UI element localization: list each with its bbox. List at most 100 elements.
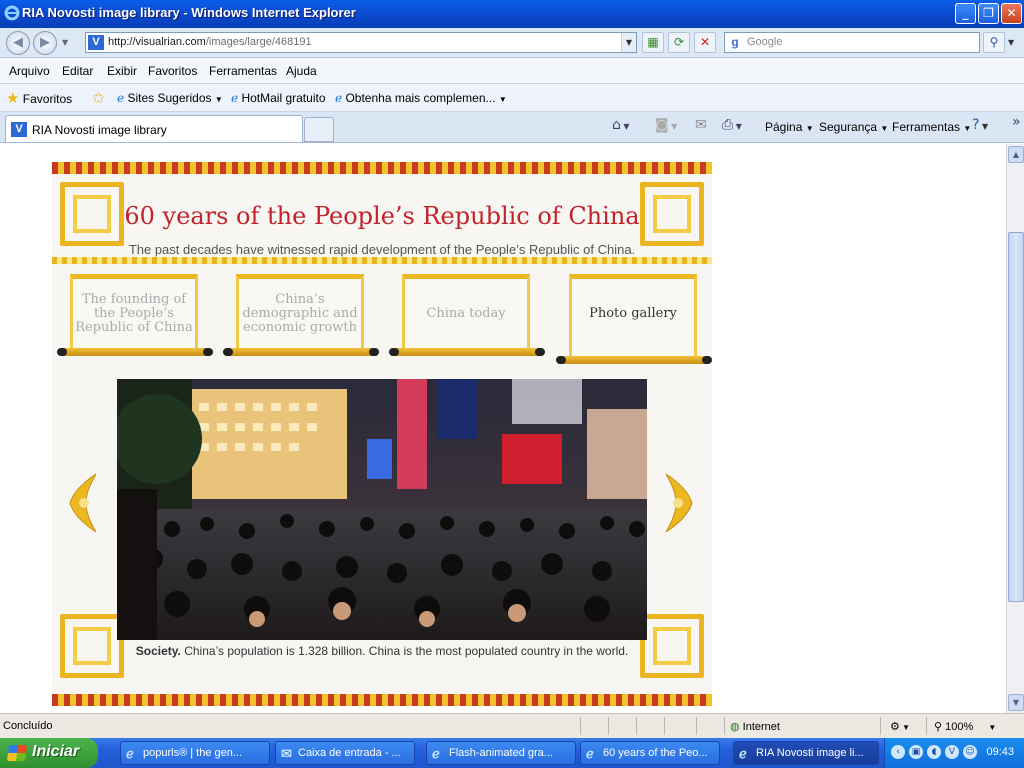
photo-caption: Society. China’s population is 1.328 bil… <box>52 644 712 658</box>
rss-feed-icon[interactable]: ◙ ▼ <box>655 117 677 133</box>
scroll-demographic[interactable]: China’s demographic and economic growth <box>223 274 379 356</box>
maximize-button[interactable]: ❐ <box>978 3 999 24</box>
zoom-control[interactable]: ⚲ 100% ▼ <box>934 720 996 733</box>
page-menu-button[interactable]: Página ▼ <box>765 120 814 134</box>
search-button[interactable]: ⚲ <box>983 32 1005 53</box>
security-zone[interactable]: ◍ Internet <box>730 720 780 733</box>
taskbar-item-flash-animated[interactable]: ℯ Flash-animated gra... <box>426 741 576 765</box>
add-favorite-button[interactable]: ✩ <box>92 89 105 107</box>
window-title-bar[interactable]: RIA Novosti image library - Windows Inte… <box>0 0 1024 28</box>
compatibility-view-button[interactable]: ▦ <box>642 32 664 53</box>
taskbar: Iniciar ℯ popurls® | the gen... ✉ Caixa de… <box>0 738 1024 768</box>
taskbar-item-ria-novosti[interactable]: ℯ RIA Novosti image li... <box>733 741 879 765</box>
url-path: /images/large/468191 <box>205 36 312 48</box>
scrollbar-thumb[interactable] <box>1008 232 1024 602</box>
address-bar[interactable]: V http://visualrian.com/images/large/468… <box>85 32 637 53</box>
menu-ferramentas[interactable]: Ferramentas <box>209 64 277 78</box>
menu-favoritos[interactable]: Favoritos <box>148 64 197 78</box>
network-icon[interactable]: ▣ <box>909 745 923 759</box>
gallery-photo <box>117 379 647 640</box>
dropdown-arrow-icon: ▼ <box>498 95 507 104</box>
site-favicon-icon: V <box>88 35 104 50</box>
scroll-label: China today <box>426 306 506 321</box>
favorites-bar: ★ Favoritos ✩ ℯ Sites Sugeridos ▼ ℯ HotM… <box>0 84 1024 112</box>
home-icon[interactable]: ⌂ ▼ <box>612 117 630 133</box>
antivirus-icon[interactable]: V <box>945 745 959 759</box>
fav-item-hotmail[interactable]: ℯ HotMail gratuito <box>231 91 326 105</box>
prev-arrow-ornament-icon[interactable] <box>68 470 98 536</box>
fav-item-label: Sites Sugeridos <box>127 91 212 105</box>
page-menu-label: Página <box>765 120 803 134</box>
history-dropdown-icon[interactable]: ▼ <box>62 38 68 47</box>
menu-editar[interactable]: Editar <box>62 64 93 78</box>
greek-key-divider <box>52 257 712 264</box>
start-button[interactable]: Iniciar <box>0 738 98 768</box>
search-input[interactable]: g Google <box>724 32 980 53</box>
url-host: http://visualrian.com <box>108 36 206 48</box>
fav-item-complementos[interactable]: ℯ Obtenha mais complemen... ▼ <box>335 91 507 105</box>
menu-ajuda[interactable]: Ajuda <box>286 64 317 78</box>
taskbar-item-60-years[interactable]: ℯ 60 years of the Peo... <box>580 741 720 765</box>
back-button[interactable]: ◀ <box>6 31 30 55</box>
protected-mode-icon[interactable]: ⚙ ▼ <box>890 720 910 733</box>
scroll-label: Photo gallery <box>589 306 677 321</box>
minimize-button[interactable]: _ <box>955 3 976 24</box>
menu-arquivo[interactable]: Arquivo <box>9 64 50 78</box>
greek-key-border-bottom <box>52 694 712 706</box>
new-tab-button[interactable] <box>304 117 334 142</box>
scroll-down-icon[interactable]: ▼ <box>1008 694 1024 711</box>
ie-page-icon: ℯ <box>117 91 125 105</box>
messenger-icon[interactable]: ☺ <box>963 745 977 759</box>
scroll-up-icon[interactable]: ▲ <box>1008 146 1024 163</box>
zoom-level: 100% <box>945 721 974 733</box>
back-arrow-icon: ◀ <box>13 35 23 50</box>
flash-banner: 60 years of the People’s Republic of Chi… <box>52 162 712 706</box>
status-divider <box>664 717 665 735</box>
security-menu-button[interactable]: Segurança ▼ <box>819 120 888 134</box>
help-icon[interactable]: ? ▼ <box>972 117 988 133</box>
page-content: 60 years of the People’s Republic of Chi… <box>0 144 1006 713</box>
scroll-photo-gallery[interactable]: Photo gallery <box>556 274 712 364</box>
caption-title: Society. <box>135 644 181 658</box>
next-arrow-ornament-icon[interactable] <box>664 470 694 536</box>
vertical-scrollbar[interactable]: ▲ ▼ <box>1006 144 1024 713</box>
fav-item-label: HotMail gratuito <box>241 91 326 105</box>
volume-icon[interactable]: ◖ <box>927 745 941 759</box>
star-icon: ★ <box>6 90 20 107</box>
scroll-founding[interactable]: The founding of the People’s Republic of… <box>57 274 213 356</box>
refresh-button[interactable]: ⟳ <box>668 32 690 53</box>
taskbar-item-popurls[interactable]: ℯ popurls® | the gen... <box>120 741 270 765</box>
fav-item-sites-sugeridos[interactable]: ℯ Sites Sugeridos ▼ <box>117 91 223 105</box>
mail-icon[interactable]: ✉ <box>695 117 707 133</box>
forward-button[interactable]: ▶ <box>33 31 57 55</box>
ie-page-icon: ℯ <box>335 91 343 105</box>
taskbar-item-label: RIA Novosti image li... <box>756 747 864 759</box>
tray-expand-icon[interactable]: ‹ <box>891 745 905 759</box>
scroll-rod <box>223 348 379 356</box>
tools-menu-button[interactable]: Ferramentas ▼ <box>892 120 971 134</box>
stop-button[interactable]: ✕ <box>694 32 716 53</box>
dropdown-arrow-icon: ▼ <box>214 95 223 104</box>
banner-title: 60 years of the People’s Republic of Chi… <box>124 202 640 230</box>
status-divider <box>880 717 881 735</box>
ie-logo-icon <box>4 5 20 21</box>
tab-bar: V RIA Novosti image library ⌂ ▼ ◙ ▼ ✉ ⎙ … <box>0 112 1024 143</box>
tab-ria-novosti[interactable]: V RIA Novosti image library <box>5 115 303 142</box>
status-divider <box>724 717 725 735</box>
print-icon[interactable]: ⎙ ▼ <box>722 117 742 133</box>
close-button[interactable]: ✕ <box>1001 3 1022 24</box>
window-title: RIA Novosti image library - Windows Inte… <box>22 5 356 20</box>
fav-item-label: Obtenha mais complemen... <box>345 91 496 105</box>
address-dropdown-icon[interactable]: ▼ <box>621 33 636 52</box>
ie-icon: ℯ <box>126 746 134 761</box>
scroll-china-today[interactable]: China today <box>389 274 545 356</box>
search-options-icon[interactable]: ▼ <box>1008 38 1014 47</box>
menu-exibir[interactable]: Exibir <box>107 64 137 78</box>
taskbar-item-inbox[interactable]: ✉ Caixa de entrada - ... <box>275 741 415 765</box>
ie-icon: ℯ <box>739 746 747 761</box>
tab-favicon-icon: V <box>11 122 27 137</box>
menu-bar: Arquivo Editar Exibir Favoritos Ferramen… <box>0 58 1024 84</box>
favorites-label: Favoritos <box>22 92 73 106</box>
more-commands-icon[interactable]: » <box>1012 114 1021 130</box>
favorites-button[interactable]: ★ Favoritos <box>6 89 72 107</box>
